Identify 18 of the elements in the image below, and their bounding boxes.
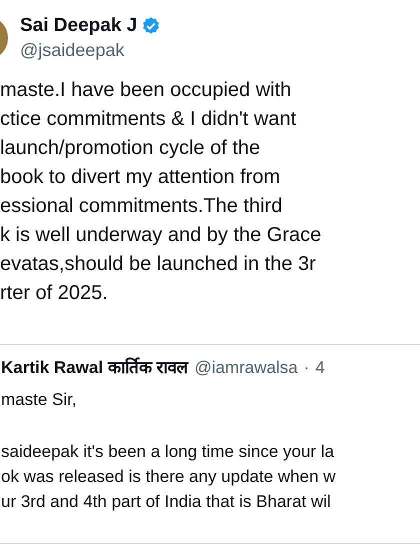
tweet-text-line: rter of 2025. [0, 281, 108, 306]
tweet-text-line: ctice commitments & I didn't want [0, 107, 296, 132]
tweet-text-line: essional commitments.The third [0, 194, 282, 219]
quoted-text-line: ur 3rd and 4th part of India that is Bharat wil [1, 490, 331, 512]
quoted-author-handle: @iamrawalsa [194, 357, 298, 379]
quoted-time: 4 [315, 357, 325, 379]
separator-dot: · [304, 357, 310, 379]
author-name: Sai Deepak J [20, 14, 138, 38]
tweet-text-line: k is well underway and by the Grace [0, 223, 322, 248]
quoted-text-line: maste Sir, [1, 388, 77, 410]
tweet-text-line: evatas,should be launched in the 3r [0, 252, 316, 277]
quoted-text-line: ok was released is there any update when w [1, 466, 336, 488]
quoted-author-name: Kartik Rawal कार्तिक रावल [1, 356, 188, 379]
quoted-text-line: saideepak it's been a long time since your la [1, 440, 334, 462]
tweet-text-line: maste.I have been occupied with [0, 78, 292, 103]
author-handle: @jsaideepak [20, 39, 126, 62]
tweet-text-line: launch/promotion cycle of the [0, 136, 260, 161]
tweet-text-line: book to divert my attention from [0, 165, 280, 190]
